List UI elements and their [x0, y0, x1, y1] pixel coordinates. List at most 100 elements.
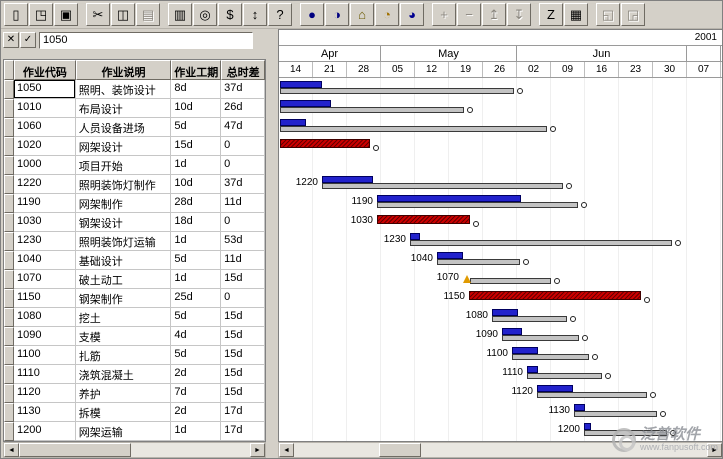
z-edit-button[interactable]: Z [539, 3, 563, 26]
table-scroll-track[interactable] [19, 443, 250, 457]
early-bar[interactable] [377, 195, 521, 202]
late-bar[interactable] [574, 411, 657, 417]
activity-duration-cell[interactable]: 5d [171, 251, 221, 270]
critical-bar[interactable] [280, 139, 370, 148]
cut-button[interactable]: ✂ [86, 3, 110, 26]
row-selector-cell[interactable] [4, 346, 14, 365]
early-bar[interactable] [537, 385, 573, 392]
activity-code-cell[interactable]: 1020 [14, 137, 76, 156]
print-button[interactable]: ▥ [168, 3, 192, 26]
activity-desc-cell[interactable]: 拆模 [76, 403, 172, 422]
activity-desc-cell[interactable]: 布局设计 [76, 99, 172, 118]
table-scroll-left-button[interactable]: ◄ [4, 443, 19, 457]
half-circle-button[interactable]: ◑ [325, 3, 349, 26]
activity-desc-cell[interactable]: 网架运输 [76, 422, 172, 441]
activity-desc-cell[interactable]: 照明装饰灯制作 [76, 175, 172, 194]
row-selector-cell[interactable] [4, 365, 14, 384]
row-selector-cell[interactable] [4, 327, 14, 346]
row-selector-cell[interactable] [4, 270, 14, 289]
late-bar[interactable] [280, 88, 514, 94]
activity-duration-cell[interactable]: 7d [171, 384, 221, 403]
print-preview-button[interactable]: ◎ [193, 3, 217, 26]
activity-duration-cell[interactable]: 8d [171, 80, 221, 99]
activity-code-cell[interactable]: 1090 [14, 327, 76, 346]
early-bar[interactable] [574, 404, 585, 411]
help-button[interactable]: ? [268, 3, 292, 26]
new-button[interactable]: ▯ [4, 3, 28, 26]
late-bar[interactable] [280, 126, 547, 132]
early-bar[interactable] [410, 233, 420, 240]
late-bar[interactable] [470, 278, 551, 284]
activity-duration-cell[interactable]: 10d [171, 175, 221, 194]
early-bar[interactable] [280, 119, 306, 126]
progress-circle-button[interactable]: ● [300, 3, 324, 26]
row-selector-cell[interactable] [4, 156, 14, 175]
row-selector-cell[interactable] [4, 80, 14, 99]
activity-duration-cell[interactable]: 18d [171, 213, 221, 232]
row-selector-cell[interactable] [4, 118, 14, 137]
late-bar[interactable] [437, 259, 520, 265]
early-bar[interactable] [437, 252, 463, 259]
layout-2-button[interactable]: ◲ [621, 3, 645, 26]
early-bar[interactable] [280, 81, 322, 88]
layout-1-button[interactable]: ◱ [596, 3, 620, 26]
jump-up-button[interactable]: ↥ [482, 3, 506, 26]
activity-code-cell[interactable]: 1030 [14, 213, 76, 232]
total-float-cell[interactable]: 15d [221, 270, 265, 289]
activity-code-cell[interactable]: 1190 [14, 194, 76, 213]
confirm-edit-button[interactable]: ✓ [20, 32, 36, 48]
total-float-cell[interactable]: 47d [221, 118, 265, 137]
activity-code-cell[interactable]: 1060 [14, 118, 76, 137]
late-bar[interactable] [537, 392, 647, 398]
activity-code-cell[interactable]: 1000 [14, 156, 76, 175]
activity-code-cell[interactable]: 1230 [14, 232, 76, 251]
cell-edit-input[interactable] [39, 32, 253, 49]
activity-desc-cell[interactable]: 基础设计 [76, 251, 172, 270]
activity-desc-cell[interactable]: 照明装饰灯运输 [76, 232, 172, 251]
activity-desc-cell[interactable]: 养护 [76, 384, 172, 403]
row-selector-cell[interactable] [4, 99, 14, 118]
row-selector-cell[interactable] [4, 289, 14, 308]
row-selector-cell[interactable] [4, 403, 14, 422]
activity-code-cell[interactable]: 1110 [14, 365, 76, 384]
activity-duration-cell[interactable]: 15d [171, 137, 221, 156]
activity-code-cell[interactable]: 1220 [14, 175, 76, 194]
activity-desc-cell[interactable]: 扎筋 [76, 346, 172, 365]
activity-desc-cell[interactable]: 照明、装饰设计 [76, 80, 172, 99]
late-bar[interactable] [280, 107, 464, 113]
row-selector-cell[interactable] [4, 422, 14, 441]
activity-code-cell[interactable]: 1120 [14, 384, 76, 403]
activity-duration-cell[interactable]: 25d [171, 289, 221, 308]
activity-duration-cell[interactable]: 5d [171, 118, 221, 137]
clock-blue-button[interactable]: ◕ [400, 3, 424, 26]
activity-desc-cell[interactable]: 挖土 [76, 308, 172, 327]
activity-desc-cell[interactable]: 网架设计 [76, 137, 172, 156]
row-selector-cell[interactable] [4, 251, 14, 270]
activity-duration-cell[interactable]: 1d [171, 232, 221, 251]
total-float-cell[interactable]: 37d [221, 80, 265, 99]
add-button[interactable]: + [432, 3, 456, 26]
paste-button[interactable]: ▤ [136, 3, 160, 26]
early-bar[interactable] [322, 176, 373, 183]
column-header-2[interactable]: 作业工期 [171, 60, 221, 80]
resource-button[interactable]: ⌂ [350, 3, 374, 26]
activity-desc-cell[interactable]: 破土动工 [76, 270, 172, 289]
row-selector-cell[interactable] [4, 308, 14, 327]
gantt-scroll-left-button[interactable]: ◄ [279, 443, 294, 457]
activity-desc-cell[interactable]: 支模 [76, 327, 172, 346]
total-float-cell[interactable]: 37d [221, 175, 265, 194]
activity-desc-cell[interactable]: 人员设备进场 [76, 118, 172, 137]
jump-down-button[interactable]: ↧ [507, 3, 531, 26]
column-header-0[interactable]: 作业代码 [14, 60, 76, 80]
total-float-cell[interactable]: 15d [221, 327, 265, 346]
activity-desc-cell[interactable]: 项目开始 [76, 156, 172, 175]
total-float-cell[interactable]: 17d [221, 422, 265, 441]
activity-desc-cell[interactable]: 浇筑混凝土 [76, 365, 172, 384]
row-selector-cell[interactable] [4, 175, 14, 194]
copy-button[interactable]: ◫ [111, 3, 135, 26]
table-scroll-right-button[interactable]: ► [250, 443, 265, 457]
late-bar[interactable] [322, 183, 563, 189]
total-float-cell[interactable]: 11d [221, 194, 265, 213]
row-selector-cell[interactable] [4, 137, 14, 156]
row-selector-cell[interactable] [4, 384, 14, 403]
